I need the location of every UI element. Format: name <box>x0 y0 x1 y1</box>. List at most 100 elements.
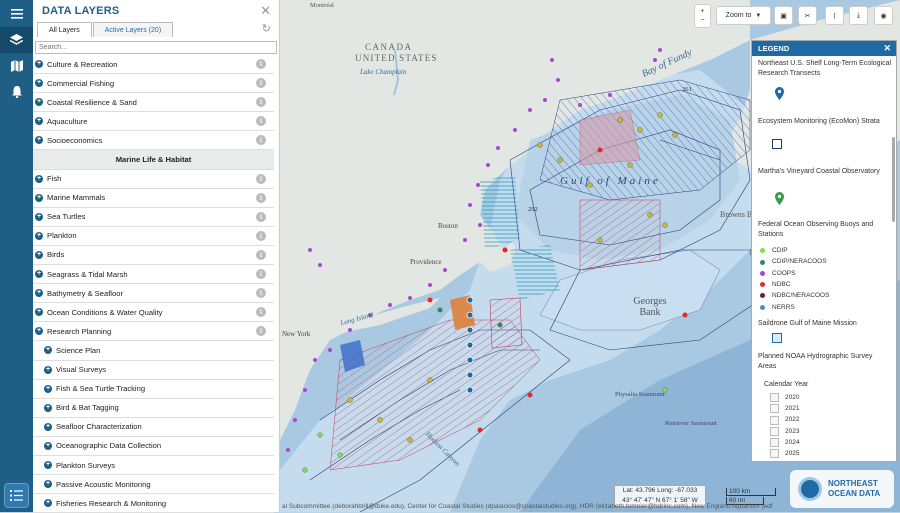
layer-row[interactable]: + Passive Acoustic Monitoring <box>33 475 274 495</box>
expand-icon[interactable]: + <box>44 384 52 393</box>
info-icon[interactable]: i <box>256 135 266 146</box>
year-label: 2024 <box>785 438 800 446</box>
expand-icon[interactable]: + <box>35 174 43 183</box>
info-icon[interactable]: i <box>256 230 266 241</box>
bell-icon[interactable] <box>0 79 33 105</box>
expand-icon[interactable]: + <box>35 79 43 88</box>
info-icon[interactable]: i <box>256 59 266 69</box>
expand-icon[interactable]: + <box>44 365 52 374</box>
tab-active-layers[interactable]: Active Layers (20) <box>92 22 174 37</box>
screenshot-button[interactable]: ◉ <box>874 6 893 25</box>
download-button[interactable]: ⤓ <box>849 6 868 25</box>
close-icon[interactable]: ✕ <box>260 3 271 19</box>
layer-row[interactable]: + Plankton Surveys <box>33 455 274 476</box>
info-icon[interactable]: i <box>256 288 266 299</box>
year-legend-row: 2025 <box>770 449 799 459</box>
info-icon[interactable]: i <box>256 78 266 89</box>
layer-label: Socioeconomics <box>47 135 103 145</box>
layer-row[interactable]: + Socioeconomics i <box>33 131 274 151</box>
info-icon[interactable]: i <box>256 211 266 222</box>
expand-icon[interactable]: + <box>35 98 43 107</box>
layer-row[interactable]: + Science Plan <box>33 341 274 361</box>
legend-scrollbar[interactable] <box>892 137 895 222</box>
layer-row[interactable]: + Commercial Fishing i <box>33 74 274 94</box>
info-icon[interactable]: i <box>256 97 266 108</box>
layer-row[interactable]: + Fisheries Research & Monitoring <box>33 494 274 513</box>
layer-label: Plankton <box>47 231 77 241</box>
expand-icon[interactable]: + <box>35 117 43 126</box>
layer-label: Bathymetry & Seafloor <box>47 288 123 298</box>
layer-row[interactable]: + Fish & Sea Turtle Tracking <box>33 379 274 399</box>
expand-icon[interactable]: + <box>44 480 52 489</box>
expand-icon[interactable]: + <box>35 250 43 259</box>
bookmark-button[interactable]: ▣ <box>774 6 793 25</box>
info-icon[interactable]: i <box>256 326 266 337</box>
layer-label: Aquaculture <box>47 116 88 126</box>
layer-row[interactable]: + Ocean Conditions & Water Quality i <box>33 303 274 323</box>
layer-row[interactable]: + Oceanographic Data Collection <box>33 436 274 456</box>
expand-icon[interactable]: + <box>44 461 52 470</box>
year-swatch <box>770 415 779 425</box>
expand-icon[interactable]: + <box>35 60 43 69</box>
layer-label: Fish & Sea Turtle Tracking <box>56 384 146 394</box>
refresh-icon[interactable]: ↻ <box>262 22 271 35</box>
tab-all-layers[interactable]: All Layers <box>37 22 92 37</box>
layers-icon[interactable] <box>0 27 33 53</box>
expand-icon[interactable]: + <box>35 327 43 336</box>
layer-row[interactable]: + Bird & Bat Tagging <box>33 398 274 418</box>
layer-row[interactable]: + Coastal Resilience & Sand i <box>33 93 274 113</box>
layer-row[interactable]: + Plankton i <box>33 226 274 246</box>
layer-label: Seagrass & Tidal Marsh <box>47 269 128 279</box>
expand-icon[interactable]: + <box>35 270 43 279</box>
info-icon[interactable]: i <box>256 173 266 184</box>
info-icon[interactable]: i <box>256 116 266 127</box>
zoom-out-icon[interactable]: − <box>700 16 704 25</box>
legend-item-mvco: Martha's Vineyard Coastal Observatory <box>758 168 880 175</box>
layer-row[interactable]: + Research Planning i <box>33 322 274 342</box>
zoom-to-select[interactable]: Zoom to ▼ <box>716 6 771 25</box>
layer-row[interactable]: + Aquaculture i <box>33 112 274 132</box>
expand-icon[interactable]: + <box>35 289 43 298</box>
expand-icon[interactable]: + <box>44 346 52 355</box>
northeast-ocean-data-logo[interactable]: NORTHEAST OCEAN DATA <box>790 470 894 508</box>
layer-row[interactable]: + Culture & Recreation i <box>33 55 274 75</box>
info-icon[interactable]: i <box>256 307 266 318</box>
map-label-lake-champlain: Lake Champlain <box>360 68 407 76</box>
expand-icon[interactable]: + <box>35 231 43 240</box>
buoy-label: CDIP <box>772 247 788 254</box>
expand-icon[interactable]: + <box>44 441 52 450</box>
layer-row[interactable]: + Seagrass & Tidal Marsh i <box>33 265 274 285</box>
expand-icon[interactable]: + <box>35 308 43 317</box>
layer-row[interactable]: + Marine Mammals i <box>33 188 274 208</box>
layer-row[interactable]: + Birds i <box>33 245 274 266</box>
layer-label: Ocean Conditions & Water Quality <box>47 307 163 317</box>
expand-icon[interactable]: + <box>35 212 43 221</box>
info-icon[interactable]: i <box>256 249 266 260</box>
menu-icon[interactable] <box>0 1 33 27</box>
year-legend-row: 2023 <box>770 426 799 437</box>
info-icon[interactable]: i <box>256 192 266 203</box>
search-input[interactable] <box>35 41 277 54</box>
expand-icon[interactable]: + <box>35 193 43 202</box>
layer-row[interactable]: + Bathymetry & Seafloor i <box>33 284 274 304</box>
list-icon[interactable] <box>4 483 29 508</box>
expand-icon[interactable]: + <box>44 499 52 508</box>
zoom-in-icon[interactable]: + <box>700 7 704 16</box>
share-button[interactable]: ⟨ <box>825 6 844 25</box>
tools-button[interactable]: ✂ <box>798 6 817 25</box>
zoom-control[interactable]: + − <box>694 4 711 28</box>
expand-icon[interactable]: + <box>35 136 43 145</box>
layer-row[interactable]: + Sea Turtles i <box>33 207 274 227</box>
layer-row[interactable]: + Visual Surveys <box>33 360 274 380</box>
year-label: 2020 <box>785 394 800 401</box>
map-icon[interactable] <box>0 53 33 79</box>
layer-row[interactable]: + Seafloor Characterization <box>33 417 274 437</box>
info-icon[interactable]: i <box>256 269 266 280</box>
layer-label: Oceanographic Data Collection <box>56 441 162 451</box>
legend-close-icon[interactable]: ✕ <box>883 43 891 54</box>
layer-row[interactable]: + Fish i <box>33 169 274 189</box>
map-label-georges-bank: Georges Bank <box>633 296 667 318</box>
expand-icon[interactable]: + <box>44 422 52 431</box>
buoy-label: COOPS <box>772 269 796 277</box>
expand-icon[interactable]: + <box>44 403 52 412</box>
